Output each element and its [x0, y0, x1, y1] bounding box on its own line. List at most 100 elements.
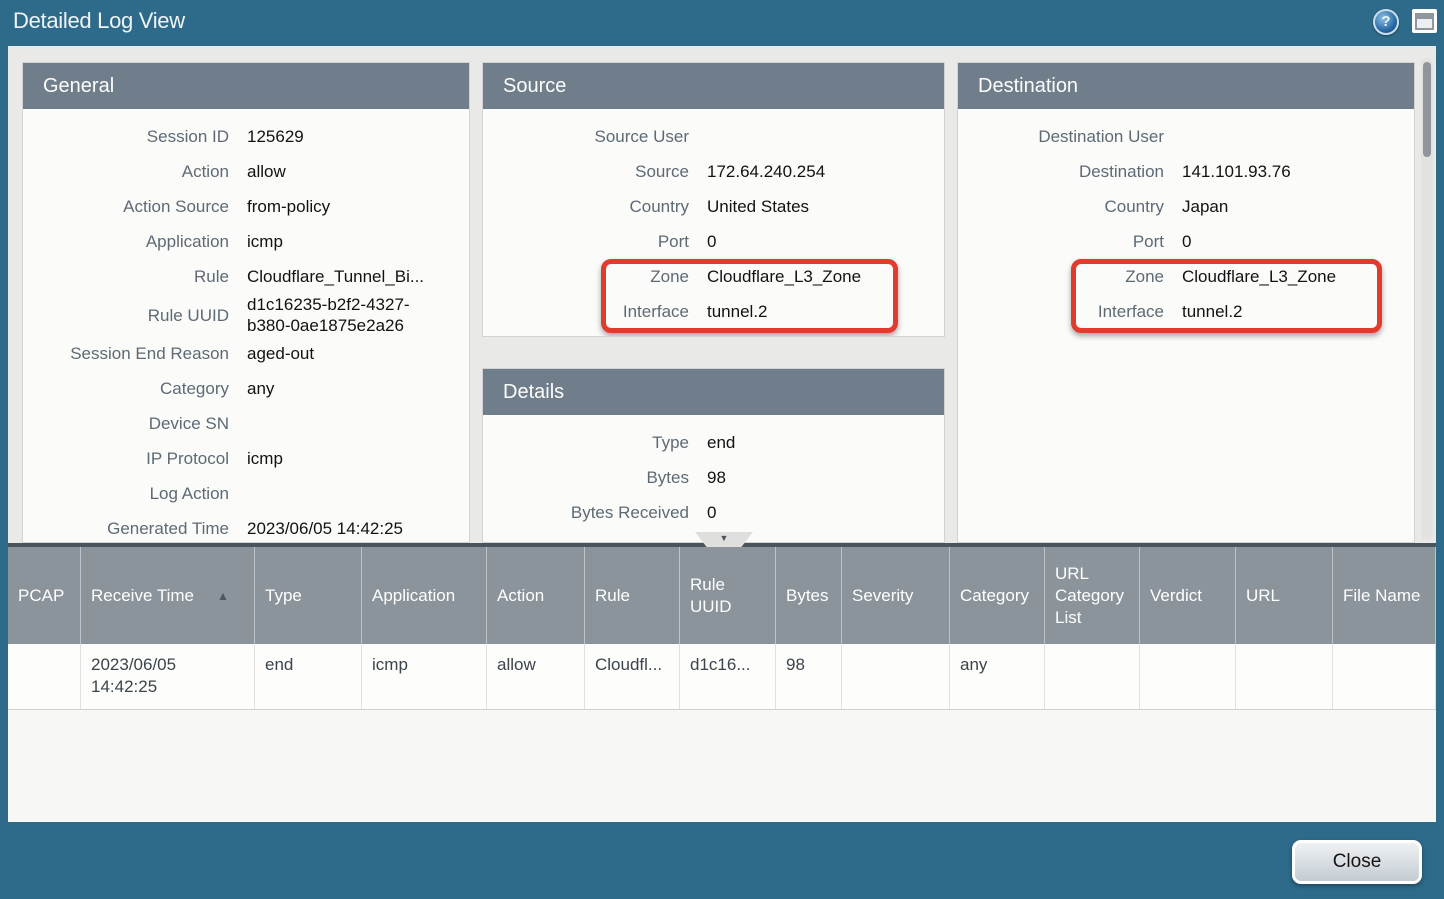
dialog-content: General Session ID 125629 Action allow A…: [8, 46, 1436, 822]
field-row: Rule UUID d1c16235-b2f2-4327-b380-0ae187…: [29, 294, 457, 336]
field-value: from-policy: [247, 196, 334, 217]
dialog-title-bar: Detailed Log View ?: [0, 0, 1444, 46]
field-row: Session ID 125629: [29, 119, 457, 154]
field-row: Country Japan: [964, 189, 1402, 224]
field-value: aged-out: [247, 343, 318, 364]
page-title: Detailed Log View: [13, 8, 185, 34]
field-row: Action allow: [29, 154, 457, 189]
field-value: 125629: [247, 126, 308, 147]
table-cell: Cloudfl...: [585, 644, 680, 710]
field-row: Country United States: [489, 189, 932, 224]
field-label: IP Protocol: [29, 448, 229, 469]
table-column-header[interactable]: Rule: [585, 547, 680, 644]
table-cell: allow: [487, 644, 585, 710]
scrollbar-thumb[interactable]: [1423, 62, 1431, 157]
field-row: Bytes 98: [489, 460, 932, 495]
field-row: Category any: [29, 371, 457, 406]
table-column-header[interactable]: Rule UUID: [680, 547, 776, 644]
field-label: Rule UUID: [29, 305, 229, 326]
details-panel-header: Details: [483, 369, 944, 415]
field-row: Rule Cloudflare_Tunnel_Bi...: [29, 259, 457, 294]
table-cell: [1140, 644, 1236, 710]
table-column-header[interactable]: Category: [950, 547, 1045, 644]
field-label: Interface: [964, 301, 1164, 322]
field-value: United States: [707, 196, 813, 217]
table-cell: d1c16...: [680, 644, 776, 710]
field-row: Destination 141.101.93.76: [964, 154, 1402, 189]
field-label: Type: [489, 432, 689, 453]
table-cell: end: [255, 644, 362, 710]
table-cell: any: [950, 644, 1045, 710]
field-label: Rule: [29, 266, 229, 287]
table-column-header[interactable]: Action: [487, 547, 585, 644]
field-row: Interface tunnel.2: [489, 294, 932, 329]
field-row: Port 0: [489, 224, 932, 259]
window-glyph: [1415, 13, 1434, 30]
field-row: Action Source from-policy: [29, 189, 457, 224]
details-panel: Details Type end Bytes 98 Bytes Received…: [482, 368, 945, 543]
table-column-header[interactable]: Verdict: [1140, 547, 1236, 644]
field-label: Country: [964, 196, 1164, 217]
field-value: Japan: [1182, 196, 1232, 217]
field-row: Bytes Received 0: [489, 495, 932, 530]
help-icon[interactable]: ?: [1373, 9, 1399, 35]
field-value: 172.64.240.254: [707, 161, 829, 182]
table-column-header[interactable]: Bytes: [776, 547, 842, 644]
field-label: Device SN: [29, 413, 229, 434]
field-value: allow: [247, 161, 290, 182]
table-column-header[interactable]: PCAP: [8, 547, 81, 644]
field-label: Zone: [489, 266, 689, 287]
table-cell: [842, 644, 950, 710]
field-row: Interface tunnel.2: [964, 294, 1402, 329]
source-panel: Source Source User Source 172.64.240.254…: [482, 62, 945, 337]
field-row: IP Protocol icmp: [29, 441, 457, 476]
table-column-header[interactable]: Severity: [842, 547, 950, 644]
table-cell: [1045, 644, 1140, 710]
table-cell: [1333, 644, 1436, 710]
maximize-window-icon[interactable]: [1412, 9, 1437, 33]
field-value: Cloudflare_Tunnel_Bi...: [247, 266, 428, 287]
field-value: tunnel.2: [1182, 301, 1247, 322]
table-column-header[interactable]: Application: [362, 547, 487, 644]
close-button[interactable]: Close: [1292, 840, 1422, 884]
field-label: Generated Time: [29, 518, 229, 539]
field-label: Source: [489, 161, 689, 182]
field-row: Device SN: [29, 406, 457, 441]
field-value: Cloudflare_L3_Zone: [1182, 266, 1340, 287]
field-label: Log Action: [29, 483, 229, 504]
destination-panel: Destination Destination User Destination…: [957, 62, 1415, 543]
field-value: 0: [707, 231, 720, 252]
field-row: Generated Time 2023/06/05 14:42:25: [29, 511, 457, 543]
field-label: Bytes Received: [489, 502, 689, 523]
field-value: 98: [707, 467, 730, 488]
table-column-header[interactable]: Receive Time: [81, 547, 255, 644]
field-value: 0: [707, 502, 720, 523]
field-label: Session End Reason: [29, 343, 229, 364]
vertical-scrollbar[interactable]: [1421, 58, 1433, 540]
dialog-footer: Close: [0, 822, 1444, 899]
field-label: Port: [489, 231, 689, 252]
field-label: Destination: [964, 161, 1164, 182]
field-row: Destination User: [964, 119, 1402, 154]
field-value: 2023/06/05 14:42:25: [247, 518, 407, 539]
collapse-arrow-icon: ▼: [720, 533, 729, 543]
table-column-header[interactable]: Type: [255, 547, 362, 644]
table-cell: 2023/06/05 14:42:25: [81, 644, 255, 710]
field-row: Zone Cloudflare_L3_Zone: [964, 259, 1402, 294]
field-label: Interface: [489, 301, 689, 322]
field-label: Source User: [489, 126, 689, 147]
table-cell: [1236, 644, 1333, 710]
log-table-section: ▼ PCAPReceive TimeTypeApplicationActionR…: [8, 543, 1436, 822]
field-value: tunnel.2: [707, 301, 772, 322]
field-row: Log Action: [29, 476, 457, 511]
general-panel-header: General: [23, 63, 469, 109]
field-row: Source 172.64.240.254: [489, 154, 932, 189]
table-column-header[interactable]: File Name: [1333, 547, 1436, 644]
table-row[interactable]: 2023/06/05 14:42:25endicmpallowCloudfl..…: [8, 644, 1436, 710]
table-cell: [8, 644, 81, 710]
field-value: any: [247, 378, 278, 399]
field-label: Action Source: [29, 196, 229, 217]
table-column-header[interactable]: URL: [1236, 547, 1333, 644]
field-value: 0: [1182, 231, 1195, 252]
table-column-header[interactable]: URL Category List: [1045, 547, 1140, 644]
